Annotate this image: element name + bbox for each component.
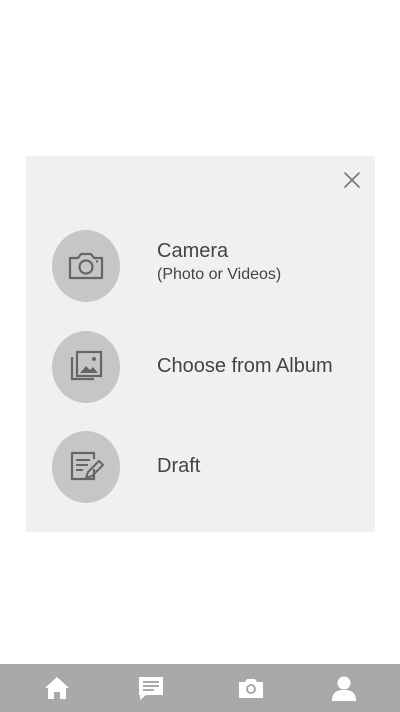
option-choose-from-album[interactable]: Choose from Album <box>52 331 352 405</box>
nav-camera[interactable] <box>221 664 281 712</box>
chat-icon <box>139 677 163 700</box>
option-draft-label: Draft <box>157 455 201 477</box>
option-camera-label: Camera <box>157 240 229 262</box>
screen: Camera (Photo or Videos) Choose from Alb… <box>0 0 400 712</box>
camera-option-circle <box>52 230 120 302</box>
album-option-circle <box>52 331 120 403</box>
draft-option-circle <box>52 431 120 503</box>
draft-icon <box>70 451 104 481</box>
option-camera[interactable]: Camera (Photo or Videos) <box>52 230 352 304</box>
nav-messages[interactable] <box>121 664 181 712</box>
nav-profile[interactable] <box>314 664 374 712</box>
bottom-nav <box>0 664 400 712</box>
home-icon <box>45 677 69 699</box>
camera-icon <box>68 252 104 280</box>
option-camera-sublabel: (Photo or Videos) <box>157 266 282 283</box>
album-icon <box>70 350 103 381</box>
nav-home[interactable] <box>27 664 87 712</box>
camera-icon <box>239 679 263 698</box>
profile-icon <box>332 676 356 701</box>
close-button[interactable] <box>340 168 364 192</box>
option-draft[interactable]: Draft <box>52 431 352 505</box>
option-album-label: Choose from Album <box>157 355 333 377</box>
close-icon <box>344 172 360 188</box>
